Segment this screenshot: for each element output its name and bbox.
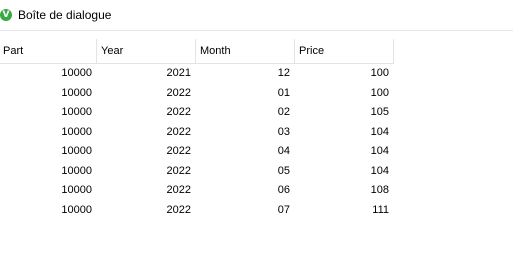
- cell-year: 2022: [166, 145, 191, 157]
- cell-price: 111: [372, 203, 389, 216]
- cell-month: 02: [277, 106, 290, 118]
- cell-part: 10000: [61, 203, 92, 216]
- data-table[interactable]: Part Year Month Price 10000 2021 12 100 …: [0, 39, 513, 220]
- table-row[interactable]: 10000 2022 03 104: [0, 123, 513, 143]
- table-row[interactable]: 10000 2022 01 100: [0, 84, 513, 104]
- cell-month: 06: [277, 184, 290, 196]
- cell-month: 01: [277, 86, 290, 99]
- table-row[interactable]: 10000 2022 02 105: [0, 103, 513, 123]
- column-header-month[interactable]: Month: [196, 39, 295, 64]
- table-body: 10000 2021 12 100 10000 2022 01 100 1000…: [0, 64, 513, 220]
- table-row[interactable]: 10000 2022 04 104: [0, 142, 513, 162]
- cell-year: 2022: [166, 184, 191, 196]
- cell-price: 100: [370, 67, 389, 79]
- cell-part: 10000: [61, 125, 92, 138]
- cell-year: 2022: [166, 125, 191, 138]
- cell-price: 104: [370, 164, 389, 177]
- cell-part: 10000: [61, 106, 92, 118]
- table-row[interactable]: 10000 2022 07 111: [0, 201, 513, 221]
- table-row[interactable]: 10000 2021 12 100: [0, 64, 513, 84]
- column-header-year[interactable]: Year: [97, 39, 196, 64]
- cell-year: 2022: [166, 203, 191, 216]
- cell-month: 03: [277, 125, 290, 138]
- cell-price: 108: [370, 184, 389, 196]
- cell-price: 105: [370, 106, 389, 118]
- cell-year: 2022: [166, 106, 191, 118]
- cell-price: 100: [370, 86, 389, 99]
- cell-price: 104: [370, 145, 389, 157]
- cell-month: 05: [277, 164, 290, 177]
- cell-month: 04: [277, 145, 290, 157]
- column-header-price[interactable]: Price: [295, 39, 394, 64]
- cell-part: 10000: [61, 86, 92, 99]
- app-logo-icon: V: [0, 9, 12, 21]
- cell-part: 10000: [61, 184, 92, 196]
- cell-year: 2021: [166, 67, 191, 79]
- cell-month: 07: [277, 203, 290, 216]
- cell-part: 10000: [61, 67, 92, 79]
- title-bar[interactable]: V Boîte de dialogue: [0, 0, 513, 31]
- cell-part: 10000: [61, 145, 92, 157]
- cell-year: 2022: [166, 86, 191, 99]
- column-header-part[interactable]: Part: [0, 39, 97, 64]
- cell-month: 12: [277, 67, 290, 79]
- table-row[interactable]: 10000 2022 06 108: [0, 181, 513, 201]
- cell-part: 10000: [61, 164, 92, 177]
- table-row[interactable]: 10000 2022 05 104: [0, 162, 513, 182]
- cell-year: 2022: [166, 164, 191, 177]
- window-title: Boîte de dialogue: [18, 8, 112, 22]
- table-header: Part Year Month Price: [0, 39, 513, 64]
- cell-price: 104: [370, 125, 389, 138]
